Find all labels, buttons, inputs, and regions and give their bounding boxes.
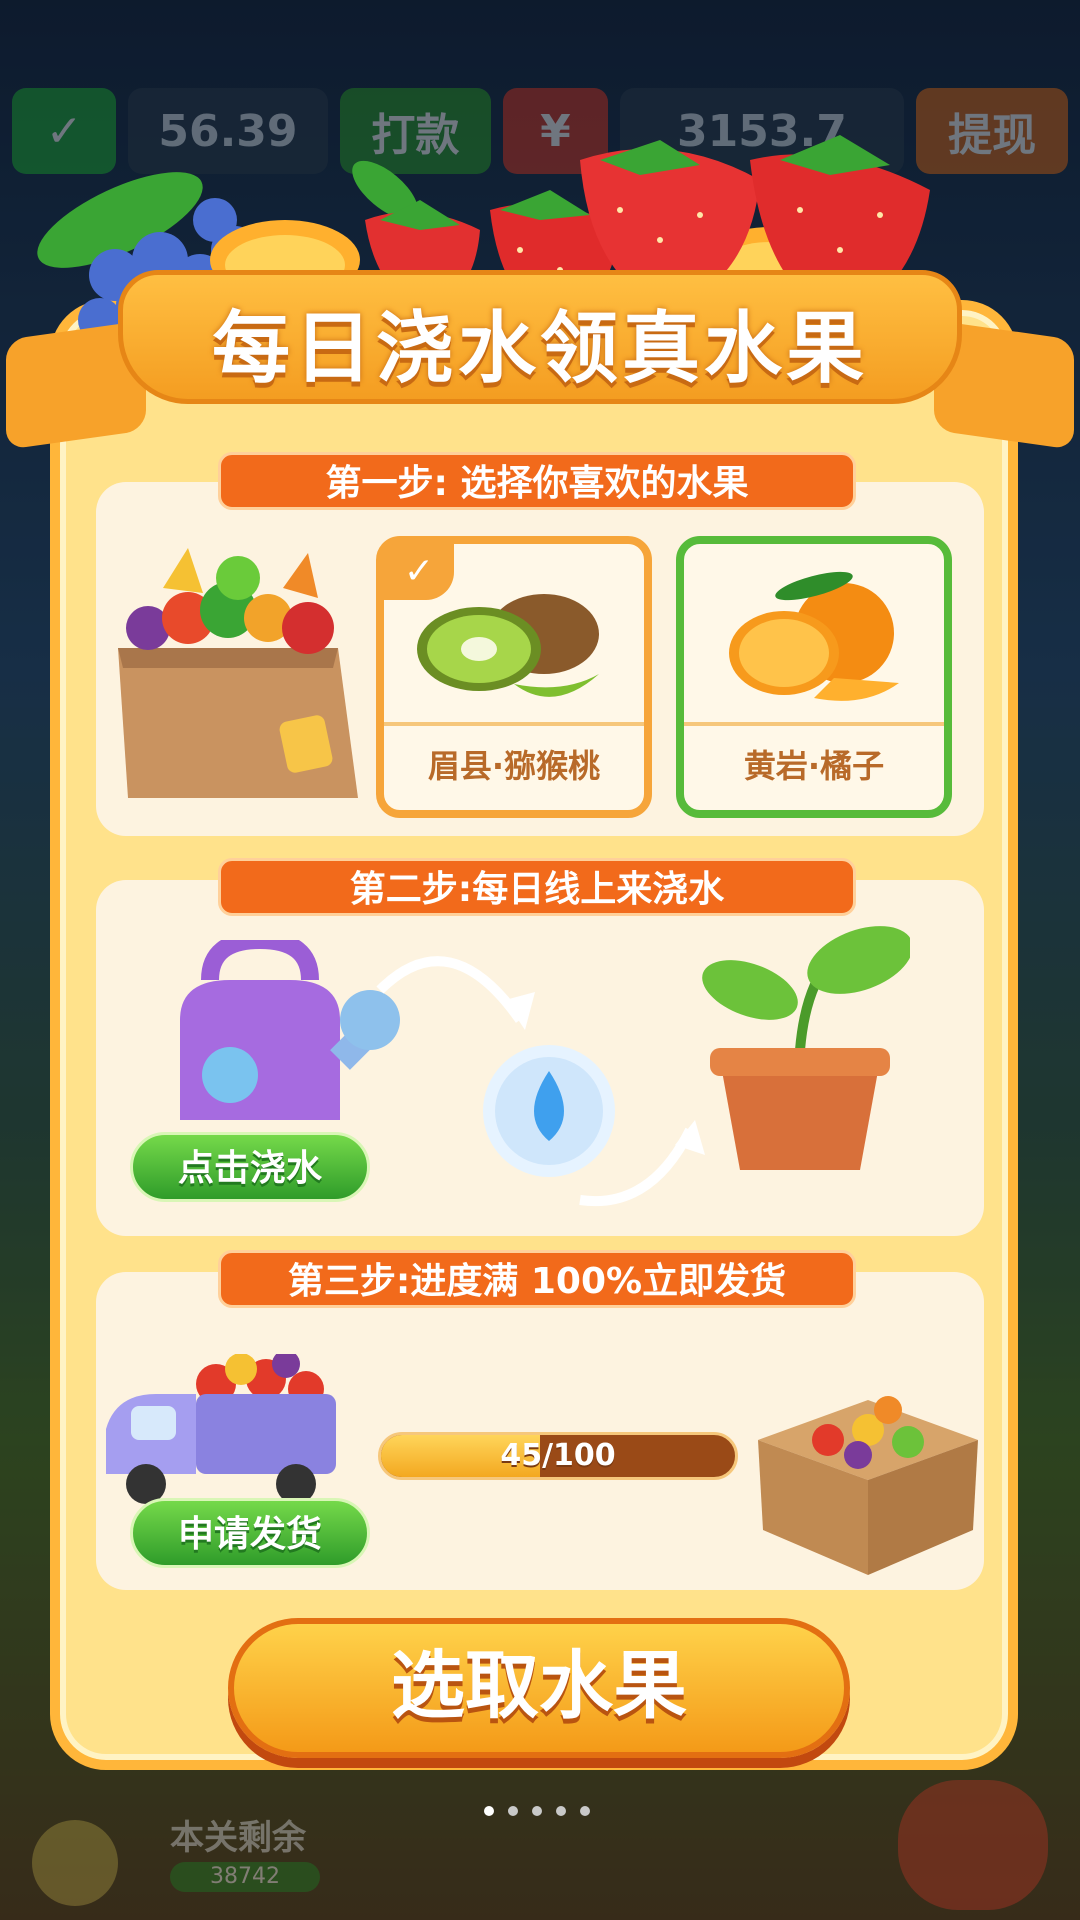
pager-dot[interactable] <box>508 1806 518 1816</box>
pager-dot[interactable] <box>532 1806 542 1816</box>
select-fruit-button[interactable]: 选取水果 <box>228 1618 850 1758</box>
step1-label: 第一步: 选择你喜欢的水果 <box>218 452 856 510</box>
request-shipping-button[interactable]: 申请发货 <box>130 1498 370 1568</box>
fruit-box-icon <box>758 1396 978 1575</box>
dialog-title: 每日浇水领真水果 <box>211 304 868 394</box>
grocery-bag-icon <box>118 548 358 798</box>
water-drop-icon <box>483 1045 615 1177</box>
pager-dot[interactable] <box>484 1806 494 1816</box>
kiwi-icon <box>417 594 599 697</box>
orange-icon <box>729 571 899 701</box>
delivery-truck-icon <box>106 1354 336 1504</box>
sprout-pot-icon <box>702 926 910 1170</box>
fruit-option-orange[interactable]: 黄岩·橘子 <box>676 536 952 818</box>
pager-dot[interactable] <box>580 1806 590 1816</box>
step2-label: 第二步:每日线上来浇水 <box>218 858 856 916</box>
delivery-progress-bar: 45/100 <box>378 1432 738 1480</box>
water-button[interactable]: 点击浇水 <box>130 1132 370 1202</box>
progress-text: 45/100 <box>500 1438 616 1473</box>
orange-option-label: 黄岩·橘子 <box>684 722 944 810</box>
pager-dots <box>484 1806 590 1816</box>
fruit-option-kiwi[interactable]: ✓ 眉县·猕猴桃 <box>376 536 652 818</box>
step3-label: 第三步:进度满 100%立即发货 <box>218 1250 856 1308</box>
pager-dot[interactable] <box>556 1806 566 1816</box>
kiwi-option-label: 眉县·猕猴桃 <box>384 722 644 810</box>
